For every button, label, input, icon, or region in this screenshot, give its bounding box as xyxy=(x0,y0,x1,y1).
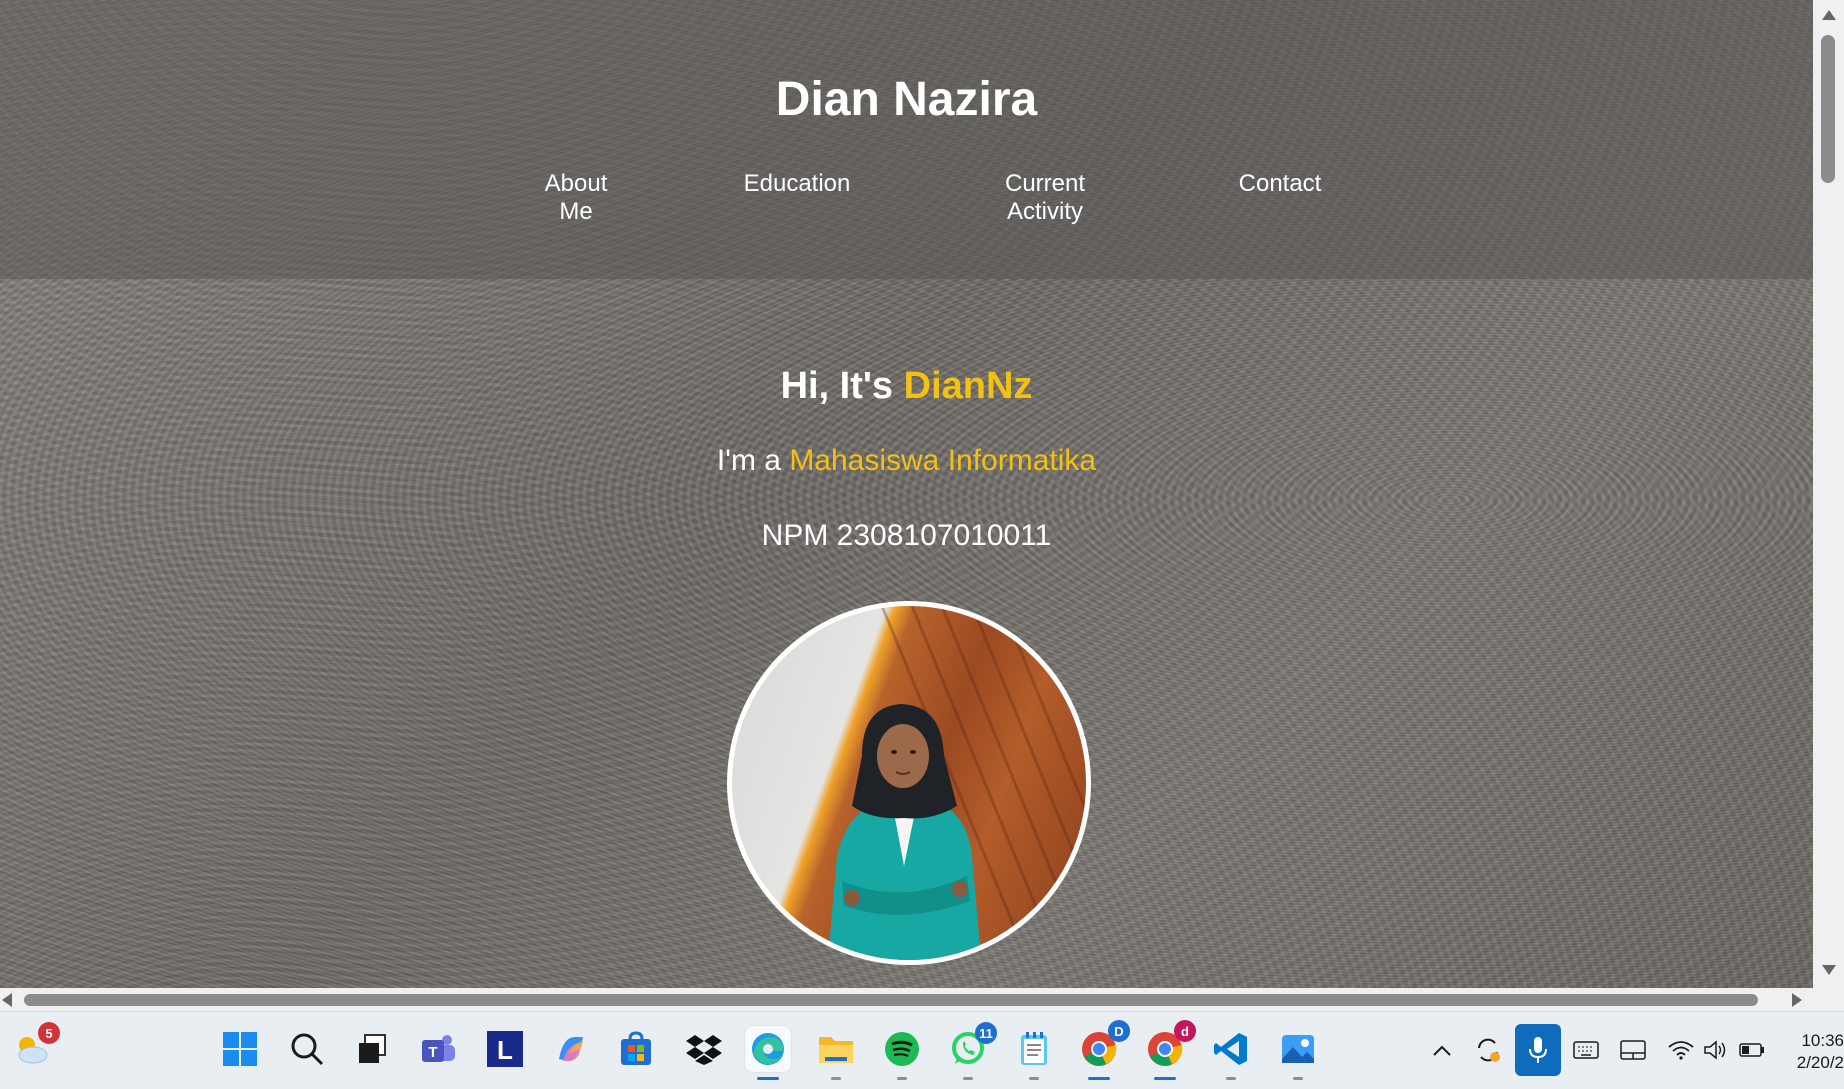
touchpad-icon[interactable] xyxy=(1619,1036,1647,1064)
weather-icon[interactable]: 5 xyxy=(8,1022,60,1072)
browser-viewport: Dian Nazira About Me Education Current Act… xyxy=(0,0,1813,988)
start-icon[interactable] xyxy=(217,1026,263,1072)
system-clock[interactable]: 10:36 2/20/2 xyxy=(1772,1030,1844,1074)
taskbar: 5 T L 11 D d 10:36 2/20/2 xyxy=(0,1011,1844,1089)
scroll-down-arrow-icon[interactable] xyxy=(1822,965,1836,975)
dropbox-icon[interactable] xyxy=(681,1026,727,1072)
role-text: I'm a Mahasiswa Informatika xyxy=(716,444,1097,477)
clock-time: 10:36 xyxy=(1801,1031,1844,1050)
notepad-icon[interactable] xyxy=(1011,1026,1057,1080)
greeting-name: DianNz xyxy=(903,365,1033,407)
show-hidden-icons-chevron-icon[interactable] xyxy=(1428,1036,1456,1064)
copilot-icon[interactable] xyxy=(548,1026,594,1072)
main-nav: About Me Education Current Activity Contac… xyxy=(0,170,1813,240)
chrome-profile-badge: d xyxy=(1174,1020,1196,1042)
role-value: Mahasiswa Informatika xyxy=(789,444,1097,477)
weather-badge: 5 xyxy=(38,1022,60,1044)
wifi-icon[interactable] xyxy=(1667,1036,1695,1064)
nav-contact[interactable]: Contact xyxy=(1230,170,1330,198)
vertical-scroll-thumb[interactable] xyxy=(1821,35,1835,183)
nav-about-me[interactable]: About Me xyxy=(530,170,622,226)
svg-text:L: L xyxy=(497,1035,513,1065)
greeting-heading: Hi, It's DianNz xyxy=(780,365,1033,407)
vscode-icon[interactable] xyxy=(1208,1026,1254,1080)
scrollbar-corner xyxy=(1813,988,1844,1011)
teams-icon[interactable]: T xyxy=(415,1026,461,1072)
profile-photo xyxy=(727,601,1091,965)
spotify-icon[interactable] xyxy=(879,1026,925,1080)
nav-education[interactable]: Education xyxy=(735,170,859,198)
site-header: Dian Nazira About Me Education Current Act… xyxy=(0,0,1813,279)
chrome-icon[interactable]: D xyxy=(1076,1020,1130,1080)
chrome-profile-badge: D xyxy=(1108,1020,1130,1042)
person-illustration xyxy=(827,606,1086,960)
keyboard-icon[interactable] xyxy=(1572,1036,1600,1064)
scroll-up-arrow-icon[interactable] xyxy=(1822,10,1836,20)
microphone-icon xyxy=(1529,1037,1547,1063)
volume-icon[interactable] xyxy=(1702,1036,1730,1064)
svg-text:T: T xyxy=(428,1044,437,1061)
l-app-icon[interactable]: L xyxy=(482,1026,528,1072)
horizontal-scroll-thumb[interactable] xyxy=(24,994,1758,1006)
search-icon[interactable] xyxy=(284,1026,330,1072)
photos-icon[interactable] xyxy=(1275,1026,1321,1080)
battery-icon[interactable] xyxy=(1738,1036,1766,1064)
scroll-left-arrow-icon[interactable] xyxy=(2,993,12,1007)
horizontal-scrollbar[interactable] xyxy=(0,988,1813,1011)
site-title: Dian Nazira xyxy=(775,73,1038,126)
file-explorer-icon[interactable] xyxy=(813,1026,859,1080)
active-indicator xyxy=(757,1077,779,1080)
whatsapp-badge: 11 xyxy=(975,1022,997,1044)
store-icon[interactable] xyxy=(613,1026,659,1072)
sync-icon[interactable] xyxy=(1474,1036,1502,1064)
npm-text: NPM 2308107010011 xyxy=(761,519,1052,552)
vertical-scrollbar[interactable] xyxy=(1813,0,1844,988)
nav-current-activity[interactable]: Current Activity xyxy=(990,170,1100,226)
microphone-button[interactable] xyxy=(1515,1024,1561,1076)
clock-date: 2/20/2 xyxy=(1796,1053,1844,1072)
task-view-icon[interactable] xyxy=(349,1026,395,1072)
edge-icon[interactable] xyxy=(745,1026,791,1080)
chrome-icon[interactable]: d xyxy=(1142,1020,1196,1080)
scroll-right-arrow-icon[interactable] xyxy=(1792,993,1802,1007)
whatsapp-icon[interactable]: 11 xyxy=(945,1022,997,1080)
